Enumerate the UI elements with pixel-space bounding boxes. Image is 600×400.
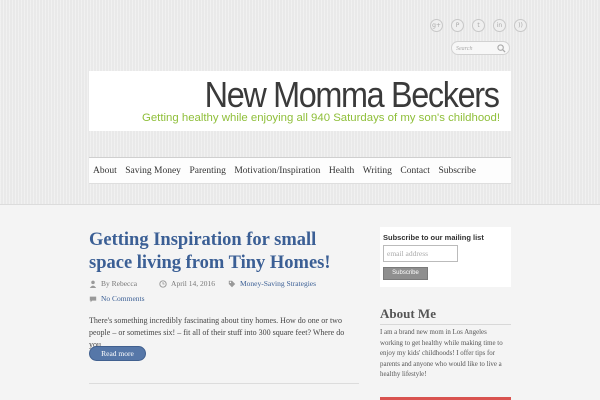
twitter-icon[interactable]: t <box>472 19 485 32</box>
subscribe-widget: Subscribe to our mailing list Subscribe <box>380 227 511 287</box>
comment-icon <box>89 296 97 302</box>
clock-icon <box>159 279 167 288</box>
search-box <box>451 41 510 55</box>
subscribe-title: Subscribe to our mailing list <box>383 233 484 242</box>
post-comments-link[interactable]: No Comments <box>101 294 145 303</box>
nav-item-parenting[interactable]: Parenting <box>189 166 225 176</box>
post-author: By Rebecca <box>101 279 138 288</box>
nav-item-contact[interactable]: Contact <box>400 166 430 176</box>
post-meta-row: By Rebecca April 14, 2016 Money-Saving S… <box>89 279 316 288</box>
site-title[interactable]: New Momma Beckers <box>205 75 500 115</box>
post-title[interactable]: Getting Inspiration for small space livi… <box>89 229 359 275</box>
read-more-button[interactable]: Read more <box>89 346 146 361</box>
user-icon <box>89 280 97 288</box>
search-input[interactable] <box>456 43 498 54</box>
nav-item-writing[interactable]: Writing <box>363 166 392 176</box>
rss-icon[interactable]: )) <box>514 19 527 32</box>
post-category[interactable]: Money-Saving Strategies <box>240 279 316 288</box>
nav-item-health[interactable]: Health <box>329 166 354 176</box>
search-icon[interactable] <box>497 44 506 53</box>
linkedin-icon[interactable]: in <box>493 19 506 32</box>
nav-item-saving-money[interactable]: Saving Money <box>125 166 181 176</box>
post-date: April 14, 2016 <box>171 279 215 288</box>
tag-icon <box>228 280 236 287</box>
post-comments-row: No Comments <box>89 294 145 303</box>
nav-item-motivation-inspiration[interactable]: Motivation/Inspiration <box>234 166 320 176</box>
nav-item-about[interactable]: About <box>93 166 117 176</box>
pinterest-icon[interactable]: P <box>451 19 464 32</box>
site-banner[interactable]: New Momma Beckers Getting healthy while … <box>89 71 511 131</box>
about-heading: About Me <box>380 306 436 321</box>
main-navigation: About Saving Money Parenting Motivation/… <box>89 157 511 184</box>
about-text: I am a brand new mom in Los Angeles work… <box>380 329 503 379</box>
email-field[interactable] <box>383 245 458 262</box>
post-divider <box>89 383 359 384</box>
subscribe-button[interactable]: Subscribe <box>383 267 428 280</box>
site-tagline: Getting healthy while enjoying all 940 S… <box>141 112 500 124</box>
social-icons: g+ P t in )) <box>430 19 527 32</box>
about-divider <box>380 324 511 325</box>
nav-item-subscribe[interactable]: Subscribe <box>438 166 475 176</box>
google-plus-icon[interactable]: g+ <box>430 19 443 32</box>
